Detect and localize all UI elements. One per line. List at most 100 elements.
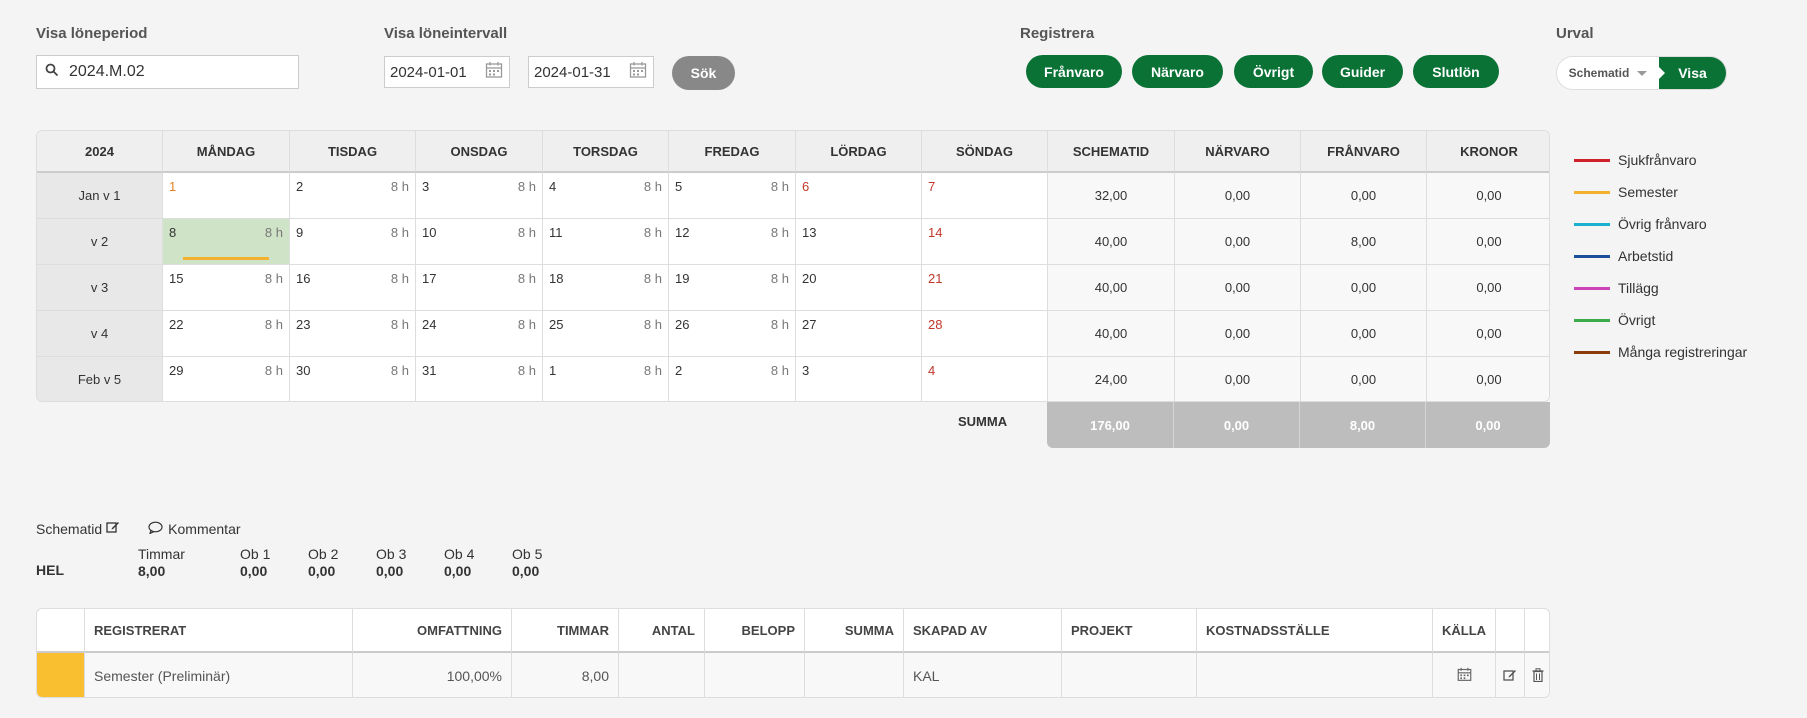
calendar-year-header: 2024 bbox=[37, 131, 163, 173]
day-cell[interactable]: 5 8 h bbox=[669, 173, 796, 219]
day-cell[interactable]: 1 bbox=[163, 173, 290, 219]
day-cell[interactable]: 20 bbox=[796, 265, 922, 311]
summary-cell: 0,00 bbox=[1427, 173, 1549, 219]
calendar-icon bbox=[1457, 667, 1472, 685]
day-header: SÖNDAG bbox=[922, 131, 1048, 173]
day-cell[interactable]: 24 8 h bbox=[416, 311, 543, 357]
cell-summa bbox=[805, 653, 904, 697]
day-cell[interactable]: 31 8 h bbox=[416, 357, 543, 401]
col-header-belopp: BELOPP bbox=[705, 609, 805, 653]
register-ovrigt-button[interactable]: Övrigt bbox=[1234, 55, 1313, 88]
cell-projekt bbox=[1062, 653, 1197, 697]
cell-skapad-av: KAL bbox=[904, 653, 1062, 697]
day-cell[interactable]: 1 8 h bbox=[543, 357, 669, 401]
day-cell[interactable]: 6 bbox=[796, 173, 922, 219]
day-cell[interactable]: 4 8 h bbox=[543, 173, 669, 219]
day-cell[interactable]: 18 8 h bbox=[543, 265, 669, 311]
day-cell[interactable]: 2 8 h bbox=[669, 357, 796, 401]
day-cell[interactable]: 26 8 h bbox=[669, 311, 796, 357]
day-hours: 8 h bbox=[390, 271, 409, 286]
day-number: 17 bbox=[422, 271, 437, 286]
register-slutlon-button[interactable]: Slutlön bbox=[1413, 55, 1499, 88]
day-number: 8 bbox=[169, 225, 177, 240]
day-number: 23 bbox=[296, 317, 311, 332]
summary-cell: 0,00 bbox=[1175, 265, 1301, 311]
summary-cell: 0,00 bbox=[1427, 357, 1549, 401]
summary-cell: 0,00 bbox=[1427, 265, 1549, 311]
day-cell[interactable]: 23 8 h bbox=[290, 311, 416, 357]
date-to-input[interactable]: 2024-01-31 bbox=[528, 56, 654, 88]
day-cell[interactable]: 29 8 h bbox=[163, 357, 290, 401]
day-cell[interactable]: 16 8 h bbox=[290, 265, 416, 311]
day-cell[interactable]: 28 bbox=[922, 311, 1048, 357]
total-cell: 0,00 bbox=[1174, 402, 1300, 448]
day-cell[interactable]: 27 bbox=[796, 311, 922, 357]
summary-cell: 0,00 bbox=[1427, 311, 1549, 357]
urval-visa-button[interactable]: Visa bbox=[1658, 57, 1726, 89]
day-hours: 8 h bbox=[643, 271, 662, 286]
period-label: Visa löneperiod bbox=[36, 25, 148, 42]
calendar-icon[interactable] bbox=[629, 61, 647, 83]
day-hours: 8 h bbox=[643, 317, 662, 332]
day-cell[interactable]: 22 8 h bbox=[163, 311, 290, 357]
day-cell[interactable]: 11 8 h bbox=[543, 219, 669, 265]
day-cell[interactable]: 21 bbox=[922, 265, 1048, 311]
urval-select[interactable]: Schematid bbox=[1557, 57, 1659, 89]
color-column-header bbox=[37, 609, 85, 653]
day-cell[interactable]: 12 8 h bbox=[669, 219, 796, 265]
day-cell[interactable]: 3 bbox=[796, 357, 922, 401]
day-header: TORSDAG bbox=[543, 131, 669, 173]
cell-kalla bbox=[1433, 653, 1496, 697]
schema-ob5: Ob 5 0,00 bbox=[512, 546, 542, 579]
week-label: v 4 bbox=[37, 311, 163, 357]
day-cell[interactable]: 4 bbox=[922, 357, 1048, 401]
day-header: MÅNDAG bbox=[163, 131, 290, 173]
day-hours: 8 h bbox=[517, 271, 536, 286]
schematid-link[interactable]: Schematid bbox=[36, 520, 120, 537]
schema-col-label: Timmar bbox=[138, 546, 185, 562]
day-cell[interactable]: 30 8 h bbox=[290, 357, 416, 401]
day-cell[interactable]: 9 8 h bbox=[290, 219, 416, 265]
day-cell[interactable]: 14 bbox=[922, 219, 1048, 265]
register-franvaro-button[interactable]: Frånvaro bbox=[1026, 55, 1122, 88]
day-cell[interactable]: 2 8 h bbox=[290, 173, 416, 219]
delete-row-button[interactable] bbox=[1525, 653, 1549, 697]
register-narvaro-button[interactable]: Närvaro bbox=[1132, 55, 1223, 88]
col-header-delete bbox=[1525, 609, 1549, 653]
summary-cell: 0,00 bbox=[1301, 265, 1427, 311]
day-cell[interactable]: 3 8 h bbox=[416, 173, 543, 219]
calendar-icon[interactable] bbox=[485, 61, 503, 83]
summary-header: KRONOR bbox=[1427, 131, 1549, 173]
search-button[interactable]: Sök bbox=[672, 56, 735, 90]
legend-item: Övrig frånvaro bbox=[1574, 208, 1747, 240]
day-number: 15 bbox=[169, 271, 184, 286]
day-hours: 8 h bbox=[770, 179, 789, 194]
edit-row-button[interactable] bbox=[1496, 653, 1525, 697]
day-cell[interactable]: 10 8 h bbox=[416, 219, 543, 265]
kommentar-link[interactable]: Kommentar bbox=[148, 521, 241, 537]
day-number: 2 bbox=[675, 363, 683, 378]
day-number: 5 bbox=[675, 179, 683, 194]
day-cell[interactable]: 13 bbox=[796, 219, 922, 265]
day-hours: 8 h bbox=[643, 179, 662, 194]
summary-cell: 0,00 bbox=[1175, 357, 1301, 401]
date-from-input[interactable]: 2024-01-01 bbox=[384, 56, 510, 88]
col-header-kalla: KÄLLA bbox=[1433, 609, 1496, 653]
day-cell[interactable]: 15 8 h bbox=[163, 265, 290, 311]
day-cell[interactable]: 7 bbox=[922, 173, 1048, 219]
register-guider-button[interactable]: Guider bbox=[1322, 55, 1403, 88]
day-hours: 8 h bbox=[390, 363, 409, 378]
day-header: ONSDAG bbox=[416, 131, 543, 173]
col-header-timmar: TIMMAR bbox=[512, 609, 619, 653]
day-cell[interactable]: 17 8 h bbox=[416, 265, 543, 311]
day-number: 4 bbox=[928, 363, 936, 378]
calendar-box: 2024 MÅNDAG TISDAG ONSDAG TORSDAG FREDAG LÖRDA… bbox=[36, 130, 1550, 402]
period-search-input[interactable]: 2024.M.02 bbox=[36, 55, 299, 89]
day-cell[interactable]: 8 8 h bbox=[163, 219, 290, 265]
day-cell[interactable]: 19 8 h bbox=[669, 265, 796, 311]
legend-item: Sjukfrånvaro bbox=[1574, 144, 1747, 176]
day-hours: 8 h bbox=[770, 271, 789, 286]
day-hours: 8 h bbox=[770, 363, 789, 378]
day-cell[interactable]: 25 8 h bbox=[543, 311, 669, 357]
legend-label: Många registreringar bbox=[1618, 344, 1748, 360]
